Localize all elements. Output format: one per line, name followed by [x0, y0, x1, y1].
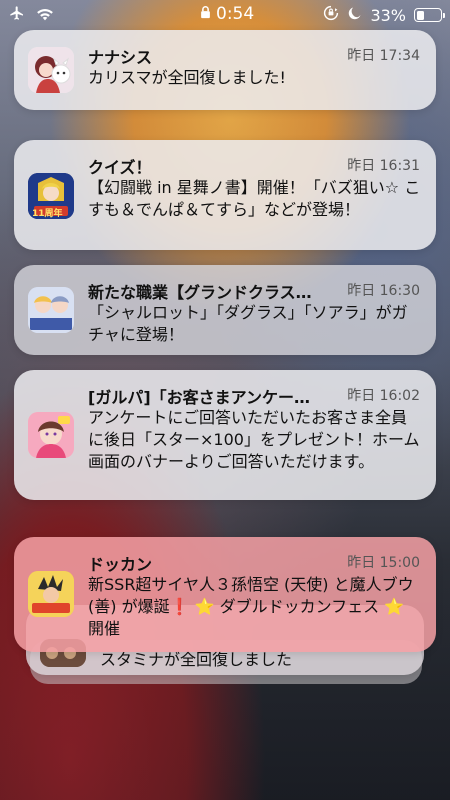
notification-nanasis[interactable]: ナナシス 昨日 17:34 カリスマが全回復しました! — [14, 30, 436, 110]
notification-new-class[interactable]: 新たな職業【グランドクラス… 昨日 16:30 「シャルロット」「ダグラス」「ソ… — [14, 265, 436, 355]
dokkan-app-icon — [28, 571, 74, 617]
notification-body: スタミナが全回復しました — [100, 650, 293, 669]
new-class-app-icon — [28, 287, 74, 333]
notification-dokkan[interactable]: ドッカン 昨日 15:00 新SSR超サイヤ人３孫悟空 (天使) と魔人ブウ (… — [14, 537, 436, 652]
notification-title: 新たな職業【グランドクラス… — [88, 283, 312, 302]
wifi-icon — [36, 6, 54, 25]
quiz-app-icon: 11周年 — [28, 173, 74, 219]
notification-garupa[interactable]: [ガルパ]「お客さまアンケー… 昨日 16:02 アンケートにご回答いただいたお… — [14, 370, 436, 500]
notification-time: 昨日 16:30 — [347, 283, 420, 299]
notification-quiz[interactable]: 11周年 クイズ！ 昨日 16:31 【幻闘戦 in 星舞ノ書】開催！「バズ狙い… — [14, 140, 436, 250]
notification-body: 「シャルロット」「ダグラス」「ソアラ」がガチャに登場！ — [88, 303, 408, 344]
nanasis-app-icon — [28, 47, 74, 93]
battery-level — [416, 10, 425, 20]
clock-time: 0:54 — [216, 4, 255, 24]
notification-time: 昨日 17:34 — [347, 48, 420, 64]
notification-title: ナナシス — [88, 48, 153, 67]
status-bar: 0:54 33% — [0, 0, 450, 32]
battery-icon — [414, 8, 445, 22]
moon-icon — [347, 6, 362, 25]
notification-body: カリスマが全回復しました! — [88, 68, 286, 87]
notification-title: クイズ！ — [88, 158, 152, 177]
garupa-app-icon — [28, 412, 74, 458]
lock-icon — [200, 4, 211, 24]
notification-time: 昨日 16:31 — [347, 158, 420, 174]
quiz-icon-badge: 11周年 — [32, 209, 63, 219]
notification-body: 新SSR超サイヤ人３孫悟空 (天使) と魔人ブウ (善) が爆誕❗️ ⭐ ダブル… — [88, 575, 414, 638]
airplane-icon — [8, 5, 26, 25]
notification-body: 【幻闘戦 in 星舞ノ書】開催！「バズ狙い☆ こすも＆でんぱ＆てすら」などが登場… — [88, 178, 421, 219]
notification-body: アンケートにご回答いただいたお客さま全員に後日「スター×100」をプレゼント！ホ… — [88, 408, 420, 471]
notification-time: 昨日 16:02 — [347, 388, 420, 404]
battery-percent: 33% — [370, 5, 406, 25]
notification-title: ドッカン — [88, 555, 153, 574]
notification-time: 昨日 15:00 — [347, 555, 420, 571]
notification-title: [ガルパ]「お客さまアンケー… — [88, 388, 310, 407]
orientation-lock-icon — [323, 5, 339, 25]
